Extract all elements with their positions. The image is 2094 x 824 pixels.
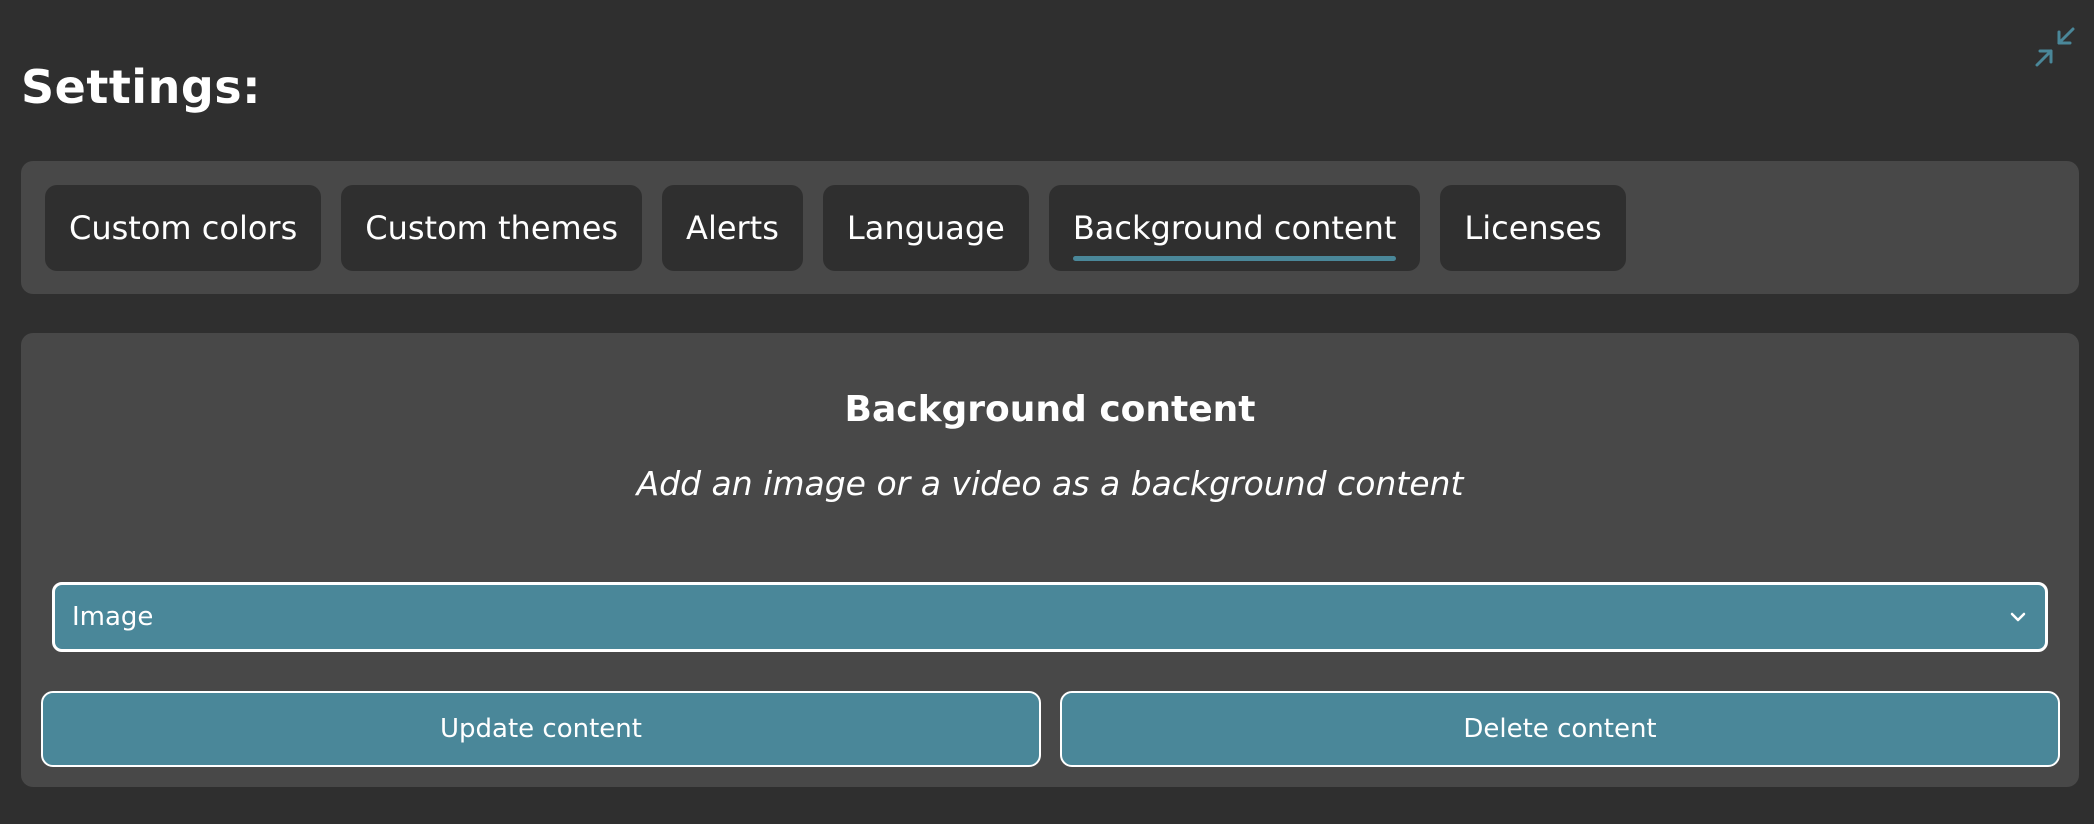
minimize-button[interactable] [2032,26,2078,72]
panel-title: Background content [844,389,1256,430]
tab-alerts[interactable]: Alerts [662,185,803,271]
minimize-arrows-icon [2033,25,2077,73]
background-content-panel: Background content Add an image or a vid… [21,333,2079,787]
panel-subtitle: Add an image or a video as a background … [636,464,1464,503]
chevron-down-icon [2007,606,2029,628]
settings-tab-bar: Custom colors Custom themes Alerts Langu… [21,161,2079,294]
content-type-select[interactable]: Image [52,582,2048,652]
tab-language[interactable]: Language [822,185,1029,271]
update-content-button[interactable]: Update content [41,691,1041,767]
content-type-selected-value: Image [72,602,154,632]
tab-background-content[interactable]: Background content [1048,185,1421,271]
page-title: Settings: [21,60,262,114]
delete-content-button[interactable]: Delete content [1060,691,2060,767]
tab-licenses[interactable]: Licenses [1440,185,1626,271]
tab-custom-colors[interactable]: Custom colors [45,185,322,271]
tab-custom-themes[interactable]: Custom themes [341,185,643,271]
